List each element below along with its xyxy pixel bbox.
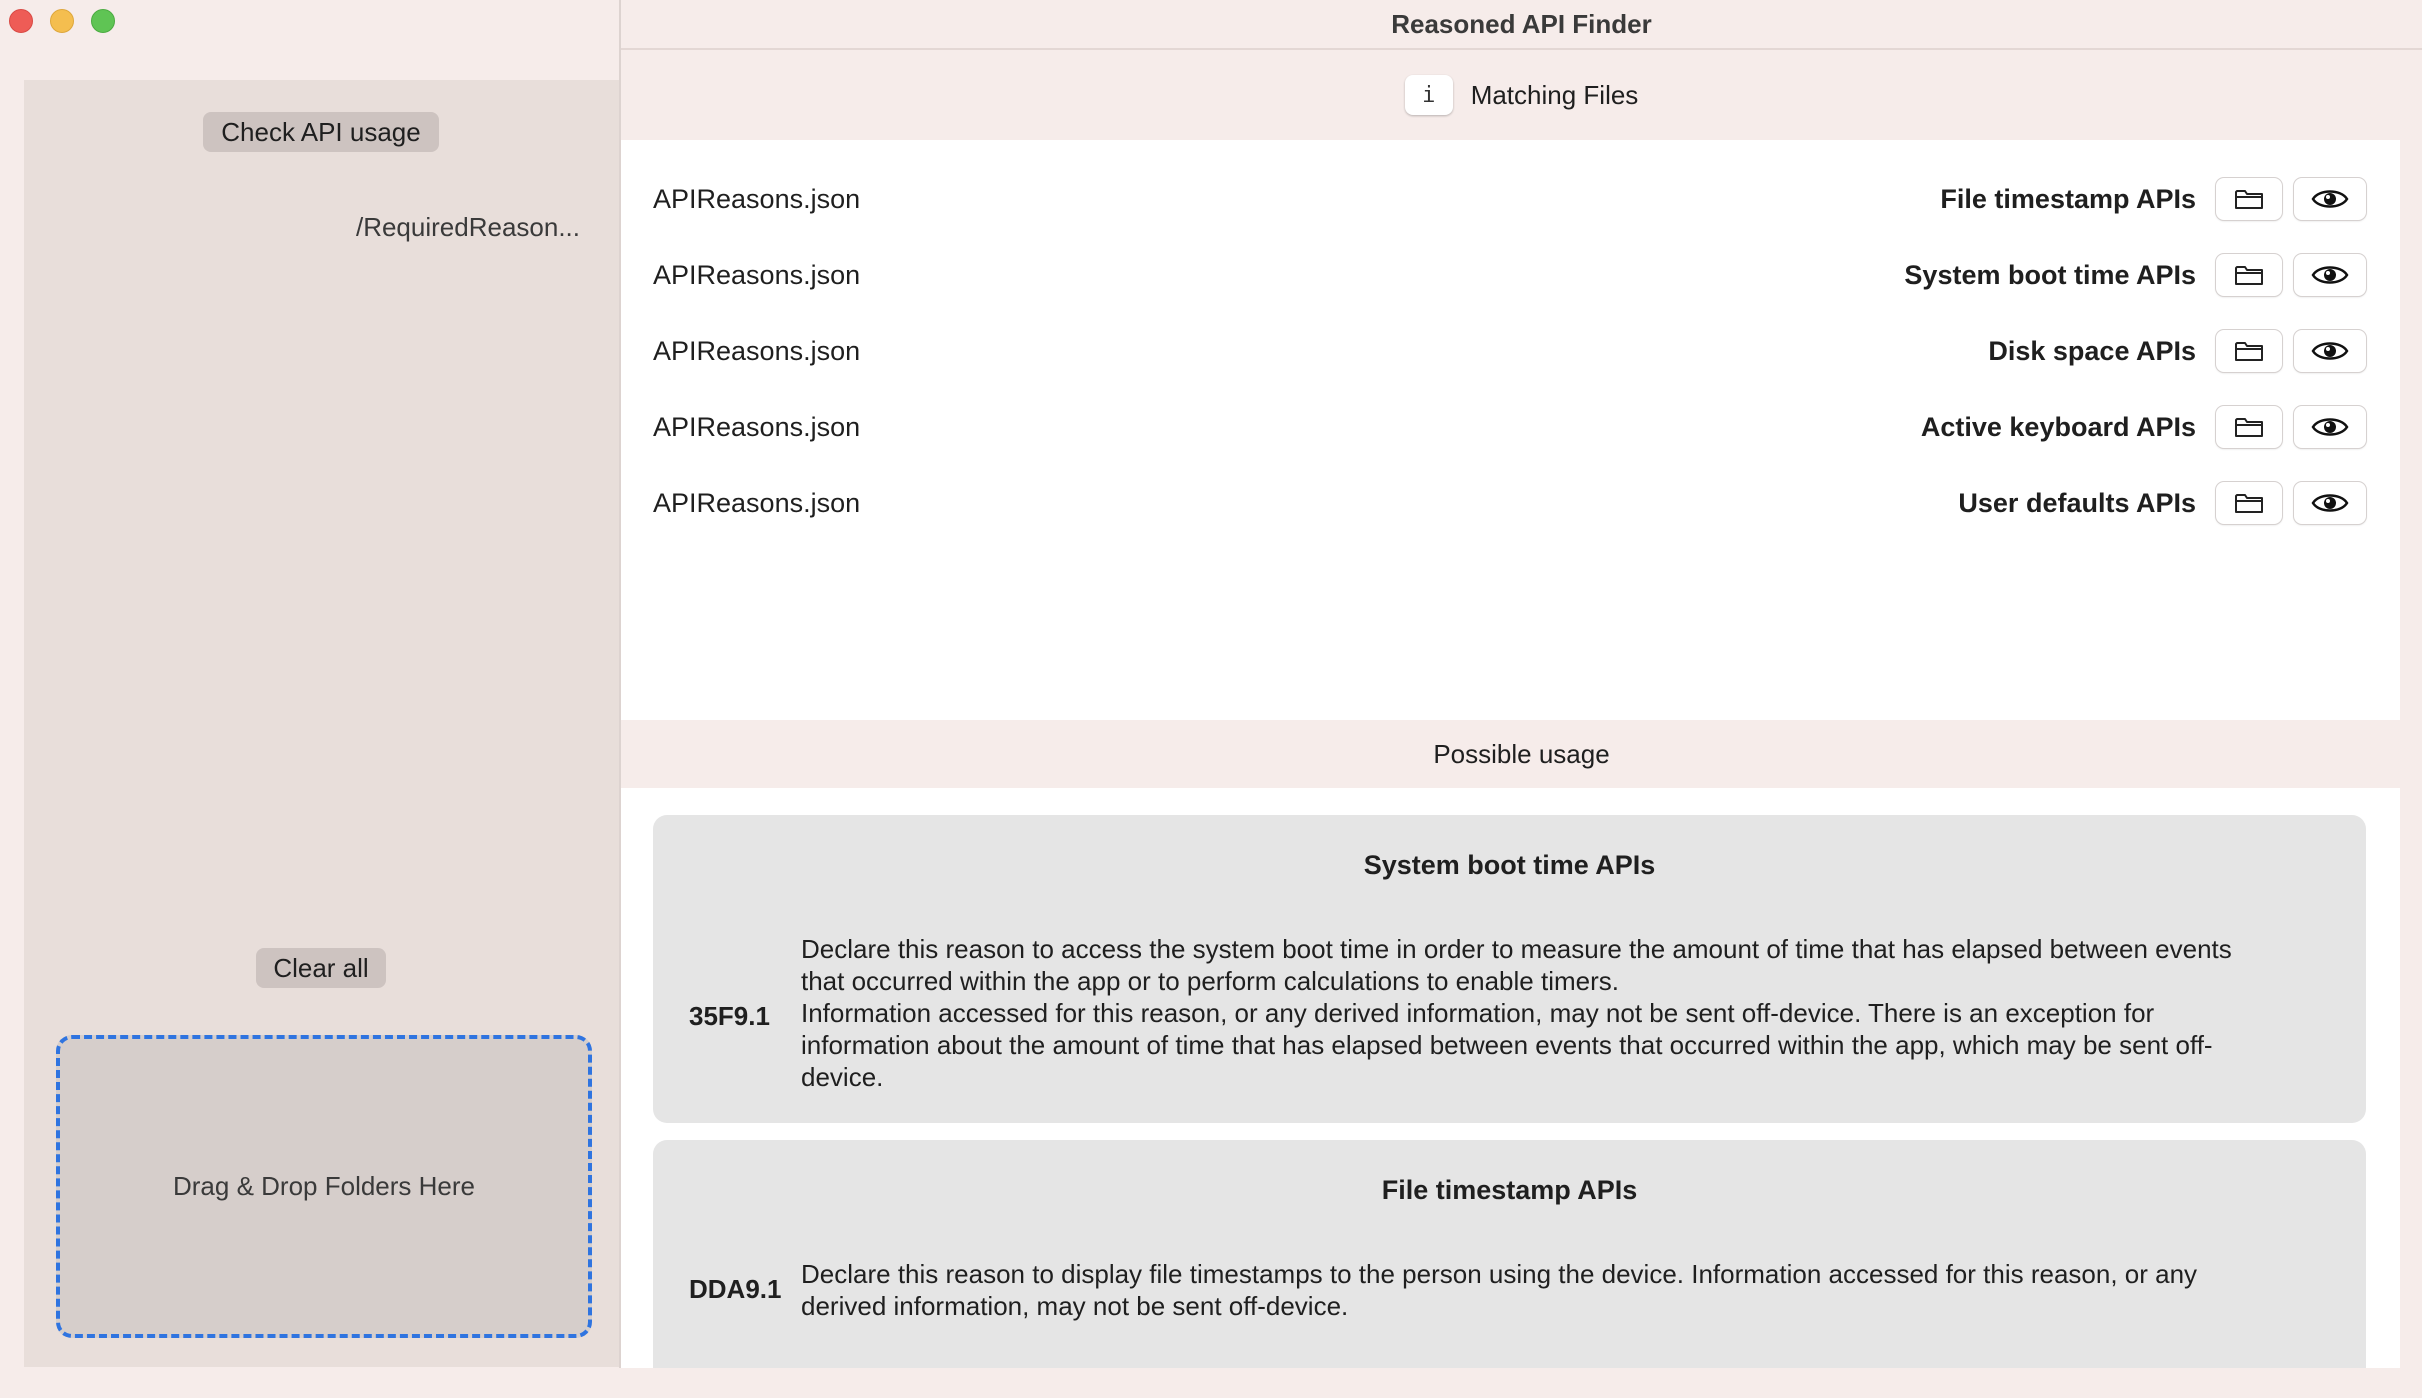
show-in-folder-button[interactable] xyxy=(2216,406,2282,448)
file-row: APIReasons.json Active keyboard APIs xyxy=(621,389,2400,465)
possible-usage-header: Possible usage xyxy=(621,720,2422,788)
folder-icon xyxy=(2235,418,2263,437)
file-category: User defaults APIs xyxy=(1958,487,2196,518)
usage-card: File timestamp APIs DDA9.1 Declare this … xyxy=(653,1140,2366,1368)
drop-zone-label: Drag & Drop Folders Here xyxy=(173,1171,475,1201)
matching-files-list: APIReasons.json File timestamp APIs APIR… xyxy=(621,140,2400,720)
file-name: APIReasons.json xyxy=(653,259,861,290)
file-name: APIReasons.json xyxy=(653,335,861,366)
drop-zone[interactable]: Drag & Drop Folders Here xyxy=(56,1035,592,1338)
file-category: File timestamp APIs xyxy=(1940,183,2196,214)
file-name: APIReasons.json xyxy=(653,183,861,214)
possible-usage-list[interactable]: System boot time APIs 35F9.1 Declare thi… xyxy=(621,788,2400,1368)
info-icon: i xyxy=(1422,82,1436,108)
preview-button[interactable] xyxy=(2294,406,2366,448)
info-button[interactable]: i xyxy=(1404,75,1453,115)
eye-icon xyxy=(2311,266,2349,284)
matching-files-title: Matching Files xyxy=(1470,79,1639,110)
file-row: APIReasons.json Disk space APIs xyxy=(621,313,2400,389)
reason-line: Information accessed for this reason, or… xyxy=(801,998,2155,1028)
file-row: APIReasons.json User defaults APIs xyxy=(621,465,2400,541)
matching-files-header: i Matching Files xyxy=(621,50,2422,140)
show-in-folder-button[interactable] xyxy=(2216,254,2282,296)
reason-line: Declare this reason to display file time… xyxy=(801,1259,2198,1289)
show-in-folder-button[interactable] xyxy=(2216,178,2282,220)
preview-button[interactable] xyxy=(2294,330,2366,372)
folder-icon xyxy=(2235,266,2263,285)
possible-usage-title: Possible usage xyxy=(1433,738,1610,769)
file-category: Disk space APIs xyxy=(1988,335,2196,366)
usage-card-title: System boot time APIs xyxy=(1363,850,1656,880)
preview-button[interactable] xyxy=(2294,178,2366,220)
close-window-button[interactable] xyxy=(9,9,33,33)
window-controls xyxy=(9,9,115,33)
eye-icon xyxy=(2311,418,2349,436)
usage-card-title: File timestamp APIs xyxy=(1381,1175,1638,1205)
selected-folder-path: /RequiredReason... xyxy=(355,212,580,242)
eye-icon xyxy=(2311,494,2349,512)
show-in-folder-button[interactable] xyxy=(2216,482,2282,524)
file-row: APIReasons.json File timestamp APIs xyxy=(621,161,2400,237)
folder-icon xyxy=(2235,494,2263,513)
reason-line: that occurred within the app or to perfo… xyxy=(801,966,1619,996)
preview-button[interactable] xyxy=(2294,254,2366,296)
usage-card: System boot time APIs 35F9.1 Declare thi… xyxy=(653,815,2366,1123)
maximize-window-button[interactable] xyxy=(91,9,115,33)
eye-icon xyxy=(2311,342,2349,360)
file-category: System boot time APIs xyxy=(1904,259,2196,290)
file-name: APIReasons.json xyxy=(653,411,861,442)
reason-line: derived information, may not be sent off… xyxy=(801,1291,1349,1321)
show-in-folder-button[interactable] xyxy=(2216,330,2282,372)
preview-button[interactable] xyxy=(2294,482,2366,524)
sidebar: Check API usage /RequiredReason... Clear… xyxy=(24,80,620,1367)
reason-line: Declare this reason to access the system… xyxy=(801,934,2232,964)
reason-code: DDA9.1 xyxy=(689,1274,782,1304)
check-api-usage-button[interactable]: Check API usage xyxy=(203,112,439,152)
title-bar: Reasoned API Finder xyxy=(621,0,2422,50)
window-title: Reasoned API Finder xyxy=(1391,8,1652,39)
reason-line: information about the amount of time tha… xyxy=(801,1030,2213,1060)
reason-description: Declare this reason to access the system… xyxy=(801,933,2316,1093)
folder-icon xyxy=(2235,342,2263,361)
folder-icon xyxy=(2235,190,2263,209)
window-bottom-edge xyxy=(0,1368,2422,1398)
eye-icon xyxy=(2311,190,2349,208)
clear-all-button[interactable]: Clear all xyxy=(256,948,386,988)
reason-description: Declare this reason to display file time… xyxy=(801,1258,2316,1322)
minimize-window-button[interactable] xyxy=(50,9,74,33)
file-name: APIReasons.json xyxy=(653,487,861,518)
reason-code: 35F9.1 xyxy=(689,1001,770,1031)
file-category: Active keyboard APIs xyxy=(1920,411,2196,442)
file-row: APIReasons.json System boot time APIs xyxy=(621,237,2400,313)
reason-line: device. xyxy=(801,1062,884,1092)
